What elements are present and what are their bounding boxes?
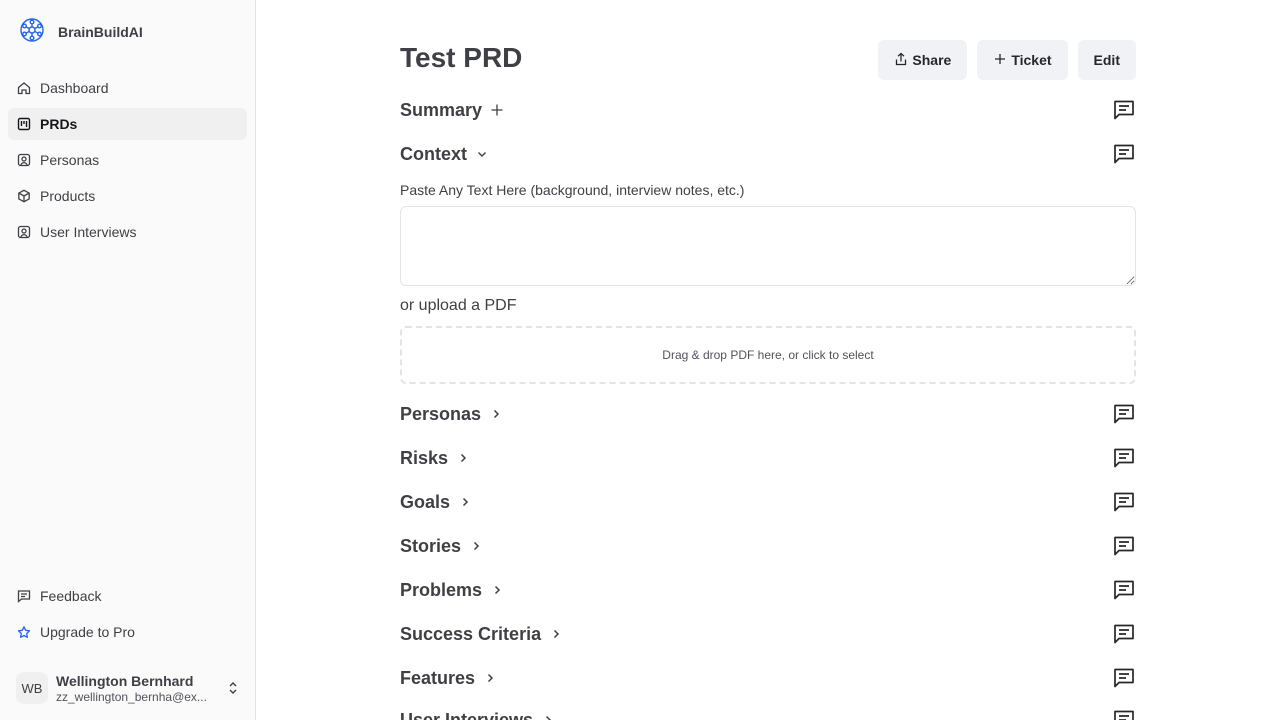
brain-logo-icon bbox=[18, 16, 46, 49]
home-icon bbox=[17, 81, 31, 95]
sidebar-item-upgrade[interactable]: Upgrade to Pro bbox=[8, 616, 247, 648]
share-label: Share bbox=[912, 52, 952, 68]
context-label: Paste Any Text Here (background, intervi… bbox=[400, 182, 745, 198]
comment-icon[interactable] bbox=[1113, 491, 1135, 513]
upload-label: or upload a PDF bbox=[400, 297, 517, 314]
user-square-icon bbox=[17, 153, 31, 167]
pdf-dropzone[interactable]: Drag & drop PDF here, or click to select bbox=[400, 326, 1136, 384]
ticket-label: Ticket bbox=[1011, 52, 1052, 68]
chevron-right-icon[interactable] bbox=[483, 671, 497, 685]
section-title: Risks bbox=[400, 447, 449, 468]
comment-icon[interactable] bbox=[1113, 403, 1135, 425]
page-title: Test PRD bbox=[400, 42, 523, 73]
toolbar: Share Ticket Edit bbox=[878, 40, 1136, 80]
plus-icon bbox=[993, 52, 1007, 69]
section-user-interviews: User Interviews bbox=[400, 704, 1136, 720]
section-personas: Personas bbox=[400, 398, 1136, 430]
comment-icon[interactable] bbox=[1113, 579, 1135, 601]
message-square-icon bbox=[17, 589, 31, 603]
section-title: Problems bbox=[400, 579, 483, 600]
ticket-button[interactable]: Ticket bbox=[977, 40, 1068, 80]
sidebar-item-label: PRDs bbox=[40, 116, 78, 132]
section-title: Stories bbox=[400, 535, 462, 556]
user-name: Wellington Bernhard bbox=[56, 672, 194, 689]
user-email: zz_wellington_bernha@ex... bbox=[56, 689, 207, 704]
section-title: User Interviews bbox=[400, 709, 534, 720]
comment-icon[interactable] bbox=[1113, 667, 1135, 689]
star-icon bbox=[17, 625, 31, 639]
sidebar-item-label: Products bbox=[40, 188, 96, 204]
sidebar-item-prds[interactable]: PRDs bbox=[8, 108, 247, 140]
sidebar-bottom-nav: Feedback Upgrade to Pro bbox=[8, 580, 247, 652]
comment-icon[interactable] bbox=[1113, 447, 1135, 469]
sidebar-item-label: Upgrade to Pro bbox=[40, 624, 135, 640]
sidebar-item-label: Personas bbox=[40, 152, 100, 168]
sidebar-item-label: User Interviews bbox=[40, 224, 137, 240]
section-title: Context bbox=[400, 143, 467, 164]
sidebar-item-dashboard[interactable]: Dashboard bbox=[8, 72, 247, 104]
chevron-right-icon[interactable] bbox=[541, 713, 555, 720]
sidebar-item-feedback[interactable]: Feedback bbox=[8, 580, 247, 612]
chevron-right-icon[interactable] bbox=[456, 451, 470, 465]
avatar: WB bbox=[16, 672, 48, 704]
user-menu[interactable]: WB Wellington Bernhard zz_wellington_ber… bbox=[16, 668, 246, 708]
sidebar-item-label: Dashboard bbox=[40, 80, 109, 96]
brand[interactable]: BrainBuildAI bbox=[18, 16, 143, 49]
chevron-down-icon[interactable] bbox=[475, 147, 489, 161]
user-info: Wellington Bernhard zz_wellington_bernha… bbox=[56, 673, 216, 704]
box-icon bbox=[17, 189, 31, 203]
dropzone-text: Drag & drop PDF here, or click to select bbox=[662, 348, 874, 362]
section-goals: Goals bbox=[400, 486, 1136, 518]
section-features: Features bbox=[400, 662, 1136, 694]
share-button[interactable]: Share bbox=[878, 40, 968, 80]
section-risks: Risks bbox=[400, 442, 1136, 474]
chevron-right-icon[interactable] bbox=[489, 407, 503, 421]
context-textarea[interactable] bbox=[400, 206, 1136, 286]
brand-name: BrainBuildAI bbox=[58, 24, 143, 40]
chevron-right-icon[interactable] bbox=[458, 495, 472, 509]
sidebar-item-products[interactable]: Products bbox=[8, 180, 247, 212]
chevron-right-icon[interactable] bbox=[469, 539, 483, 553]
comment-icon[interactable] bbox=[1113, 99, 1135, 121]
chevrons-up-down-icon[interactable] bbox=[226, 681, 240, 695]
plus-icon[interactable] bbox=[490, 103, 504, 117]
comment-icon[interactable] bbox=[1113, 623, 1135, 645]
user-square-icon bbox=[17, 225, 31, 239]
edit-button[interactable]: Edit bbox=[1077, 40, 1136, 80]
section-context: Context bbox=[400, 138, 1136, 170]
section-success-criteria: Success Criteria bbox=[400, 618, 1136, 650]
sidebar: BrainBuildAI Dashboard PRDs Personas Pro… bbox=[0, 0, 256, 720]
section-problems: Problems bbox=[400, 574, 1136, 606]
main-content: Test PRD Share Ticket Edit Summary Conte… bbox=[400, 0, 1136, 720]
kanban-icon bbox=[17, 117, 31, 131]
sidebar-item-user-interviews[interactable]: User Interviews bbox=[8, 216, 247, 248]
sidebar-nav: Dashboard PRDs Personas Products User In… bbox=[8, 72, 247, 252]
comment-icon[interactable] bbox=[1113, 535, 1135, 557]
section-summary: Summary bbox=[400, 94, 1136, 126]
section-stories: Stories bbox=[400, 530, 1136, 562]
chevron-right-icon[interactable] bbox=[490, 583, 504, 597]
comment-icon[interactable] bbox=[1113, 143, 1135, 165]
section-title: Features bbox=[400, 667, 476, 688]
section-title: Goals bbox=[400, 491, 451, 512]
section-title: Success Criteria bbox=[400, 623, 542, 644]
comment-icon[interactable] bbox=[1113, 709, 1135, 720]
section-title: Summary bbox=[400, 99, 483, 120]
sidebar-item-personas[interactable]: Personas bbox=[8, 144, 247, 176]
chevron-right-icon[interactable] bbox=[549, 627, 563, 641]
sidebar-item-label: Feedback bbox=[40, 588, 102, 604]
section-title: Personas bbox=[400, 403, 482, 424]
share-icon bbox=[894, 52, 908, 69]
